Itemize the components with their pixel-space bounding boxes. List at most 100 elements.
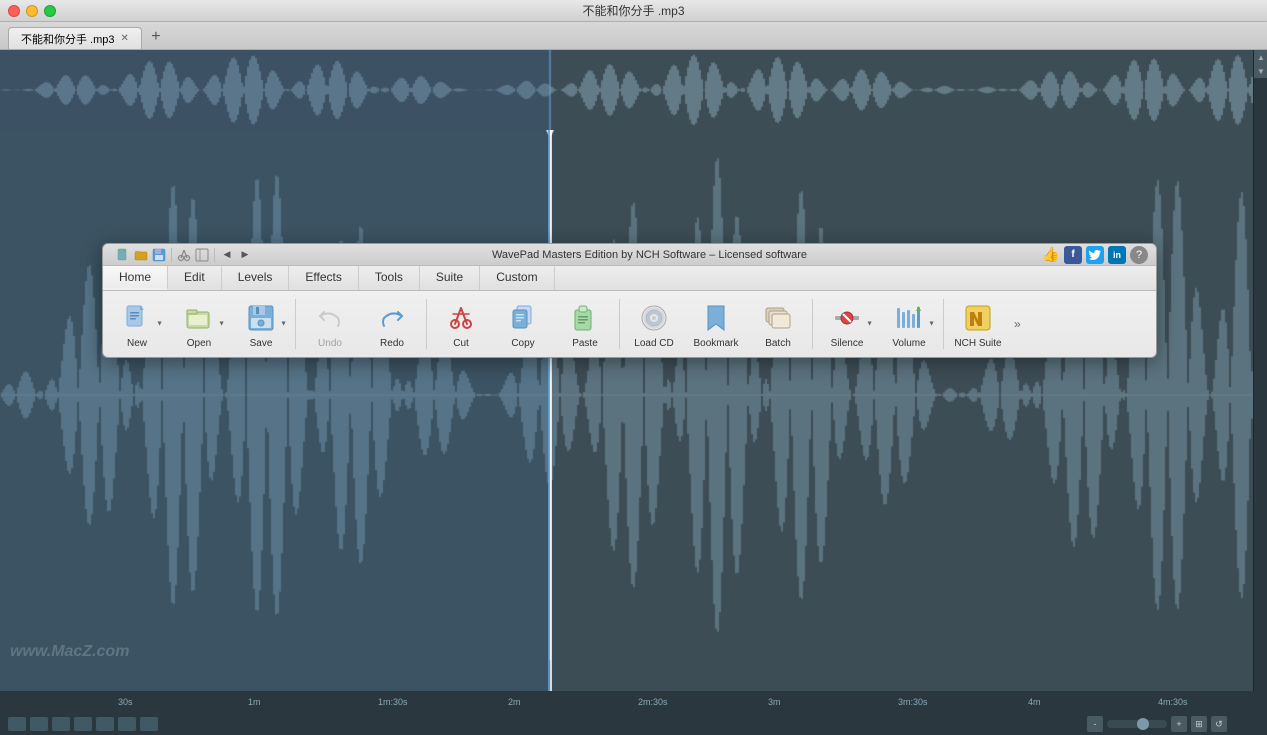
btn-paste[interactable]: Paste [555,295,615,353]
waveform-main[interactable]: www.MacZ.com [0,130,1267,691]
btn-cut-label: Cut [453,338,469,349]
new-dropdown-arrow[interactable]: ▼ [156,321,163,328]
btn-redo[interactable]: Redo [362,295,422,353]
tab-levels[interactable]: Levels [222,266,290,290]
dialog-title: WavePad Masters Edition by NCH Software … [257,249,1042,261]
toolbar-more-button[interactable]: » [1010,295,1025,353]
tab-custom[interactable]: Custom [480,266,554,290]
window-title: 不能和你分手 .mp3 [582,2,684,19]
tab-close-button[interactable]: ✕ [121,33,129,44]
scroll-up-button[interactable]: ▲ [1254,50,1267,64]
toolbar-expand-icon[interactable] [194,247,210,263]
btn-batch[interactable]: Batch [748,295,808,353]
thumbs-up-icon[interactable]: 👍 [1042,246,1060,264]
btn-load-cd[interactable]: Load CD [624,295,684,353]
bookmark-icon [700,302,732,334]
btn-undo[interactable]: Undo [300,295,360,353]
zoom-reset-button[interactable]: ↺ [1211,716,1227,732]
open-icon [183,302,215,334]
timeline-2m30s: 2m:30s [638,697,668,707]
status-icon-2 [30,717,48,731]
btn-silence-label: Silence [831,338,864,349]
batch-icon [762,302,794,334]
save-icon [245,302,277,334]
playhead [550,130,552,691]
toolbar-new-icon[interactable] [115,247,131,263]
timeline-1m: 1m [248,697,261,707]
btn-undo-label: Undo [318,338,342,349]
btn-redo-label: Redo [380,338,404,349]
btn-copy[interactable]: Copy [493,295,553,353]
toolbar-separator-2 [214,248,215,262]
toolbar-forward-icon[interactable]: ▶ [237,247,253,263]
btn-cut[interactable]: Cut [431,295,491,353]
linkedin-icon[interactable]: in [1108,246,1126,264]
nch-icon [962,302,994,334]
facebook-icon[interactable]: f [1064,246,1082,264]
silence-icon [831,302,863,334]
maximize-button[interactable] [44,5,56,17]
twitter-icon[interactable] [1086,246,1104,264]
btn-volume[interactable]: Volume ▼ [879,295,939,353]
sep-4 [812,299,813,349]
tab-main[interactable]: 不能和你分手 .mp3 ✕ [8,27,142,49]
timeline-2m: 2m [508,697,521,707]
zoom-in-button[interactable]: + [1171,716,1187,732]
sep-1 [295,299,296,349]
timeline-30s: 30s [118,697,133,707]
volume-icon [893,302,925,334]
zoom-out-button[interactable]: - [1087,716,1103,732]
btn-silence[interactable]: Silence ▼ [817,295,877,353]
tab-effects[interactable]: Effects [289,266,358,290]
status-bar: - + ⊞ ↺ [0,713,1267,735]
sep-5 [943,299,944,349]
dialog-toolbar-icons: 👍 f in ? [1042,246,1148,264]
window-controls [8,5,56,17]
toolbar-back-icon[interactable]: ◀ [219,247,235,263]
timeline-4m30s: 4m:30s [1158,697,1188,707]
status-icon-3 [52,717,70,731]
silence-dropdown-arrow[interactable]: ▼ [866,321,873,328]
small-toolbar: ◀ ▶ [111,245,257,265]
toolbar-save-icon[interactable] [151,247,167,263]
waveform-container: www.MacZ.com 30s 1m 1m:30s 2m 2m:30s 3m … [0,50,1267,713]
btn-nch-suite[interactable]: NCH Suite [948,295,1008,353]
paste-icon [569,302,601,334]
cd-icon [638,302,670,334]
volume-dropdown-arrow[interactable]: ▼ [928,321,935,328]
btn-save[interactable]: Save ▼ [231,295,291,353]
btn-paste-label: Paste [572,338,598,349]
tab-suite[interactable]: Suite [420,266,480,290]
btn-bookmark[interactable]: Bookmark [686,295,746,353]
help-icon[interactable]: ? [1130,246,1148,264]
tab-edit[interactable]: Edit [168,266,222,290]
btn-new-label: New [127,338,147,349]
status-icon-1 [8,717,26,731]
btn-open[interactable]: Open ▼ [169,295,229,353]
open-dropdown-arrow[interactable]: ▼ [218,321,225,328]
btn-batch-label: Batch [765,338,791,349]
status-icon-5 [96,717,114,731]
vertical-scrollbar[interactable]: ▲ ▼ [1253,50,1267,691]
timeline-4m: 4m [1028,697,1041,707]
close-button[interactable] [8,5,20,17]
status-icon-6 [118,717,136,731]
toolbar-open-icon[interactable] [133,247,149,263]
toolbar-cut-icon[interactable] [176,247,192,263]
timeline-3m30s: 3m:30s [898,697,928,707]
zoom-controls: - + ⊞ ↺ [1087,716,1227,732]
tab-home[interactable]: Home [103,266,168,290]
minimize-button[interactable] [26,5,38,17]
status-icons [8,717,158,731]
tab-tools[interactable]: Tools [359,266,420,290]
scroll-down-button[interactable]: ▼ [1254,64,1267,78]
waveform-overview[interactable] [0,50,1267,130]
new-icon [121,302,153,334]
toolbar-separator-1 [171,248,172,262]
btn-load-cd-label: Load CD [634,338,673,349]
zoom-fit-button[interactable]: ⊞ [1191,716,1207,732]
new-tab-button[interactable]: + [146,27,166,47]
btn-new[interactable]: New ▼ [107,295,167,353]
timeline: 30s 1m 1m:30s 2m 2m:30s 3m 3m:30s 4m 4m:… [0,691,1267,713]
save-dropdown-arrow[interactable]: ▼ [280,321,287,328]
